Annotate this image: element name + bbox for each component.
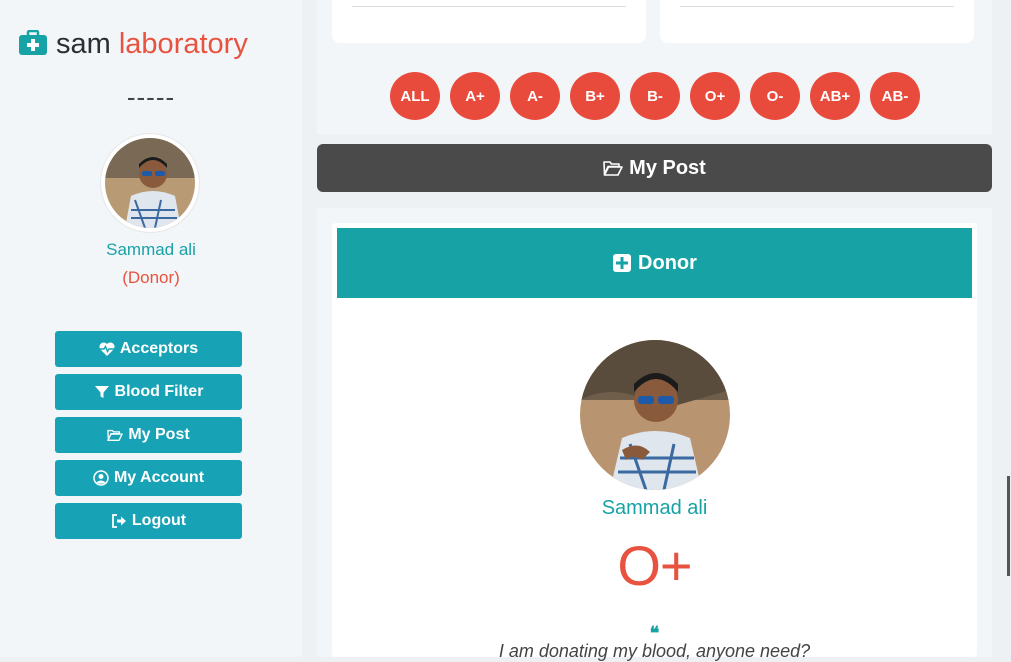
sign-out-icon [111, 514, 126, 528]
brand-word-laboratory: laboratory [118, 28, 248, 60]
sidebar-menu: Acceptors Blood Filter My Post My Accoun… [55, 331, 242, 546]
filter-b-neg[interactable]: B- [630, 72, 680, 120]
logout-button[interactable]: Logout [55, 503, 242, 539]
scrollbar-thumb[interactable] [1007, 476, 1010, 576]
my-account-label: My Account [113, 469, 205, 486]
card-stub-right [660, 0, 974, 43]
filter-a-pos[interactable]: A+ [450, 72, 500, 120]
post-panel: Donor Sammad ali O+ ❝ I am donating my b… [317, 208, 992, 661]
blood-filter-button[interactable]: Blood Filter [55, 374, 242, 410]
sidebar: sam laboratory ----- Sammad ali (Donor) … [0, 0, 302, 657]
filter-icon [94, 386, 109, 398]
brand-logo[interactable]: sam laboratory [18, 28, 288, 61]
my-post-header: My Post [317, 144, 992, 192]
brand-word-sam: sam [56, 28, 111, 60]
blood-group-filters: ALL A+ A- B+ B- O+ O- AB+ AB- [390, 72, 920, 120]
post-card-header-label: Donor [638, 251, 697, 274]
filter-b-pos[interactable]: B+ [570, 72, 620, 120]
blood-filter-label: Blood Filter [114, 383, 204, 400]
separator: ----- [126, 82, 176, 112]
card-stub-left [332, 0, 646, 43]
filter-all[interactable]: ALL [390, 72, 440, 120]
filter-o-neg[interactable]: O- [750, 72, 800, 120]
medkit-icon [19, 30, 47, 55]
acceptors-button[interactable]: Acceptors [55, 331, 242, 367]
logout-label: Logout [131, 512, 187, 529]
post-card-header: Donor [337, 228, 972, 298]
sidebar-user-name: Sammad ali [106, 240, 196, 259]
filter-a-neg[interactable]: A- [510, 72, 560, 120]
filter-o-pos[interactable]: O+ [690, 72, 740, 120]
filter-ab-pos[interactable]: AB+ [810, 72, 860, 120]
folder-open-icon [603, 161, 623, 176]
avatar [101, 134, 199, 232]
post-blood-group: O+ [617, 534, 692, 597]
folder-open-icon [107, 429, 124, 442]
user-circle-icon [93, 470, 109, 486]
main-content: ALL A+ A- B+ B- O+ O- AB+ AB- My Post Do… [317, 0, 992, 661]
filter-panel: ALL A+ A- B+ B- O+ O- AB+ AB- [317, 0, 992, 134]
my-post-label: My Post [128, 426, 190, 443]
plus-square-icon [613, 254, 632, 272]
my-post-header-label: My Post [629, 156, 706, 179]
acceptors-label: Acceptors [119, 340, 199, 357]
sidebar-user-role: (Donor) [122, 268, 180, 287]
post-message: I am donating my blood, anyone need? [498, 641, 811, 661]
heartbeat-icon [99, 342, 115, 356]
my-account-button[interactable]: My Account [55, 460, 242, 496]
my-post-button[interactable]: My Post [55, 417, 242, 453]
post-avatar [580, 340, 730, 490]
post-card: Donor Sammad ali O+ ❝ I am donating my b… [332, 223, 977, 661]
avatar-photo [105, 138, 195, 228]
filter-ab-neg[interactable]: AB- [870, 72, 920, 120]
post-user-name: Sammad ali [601, 497, 708, 519]
